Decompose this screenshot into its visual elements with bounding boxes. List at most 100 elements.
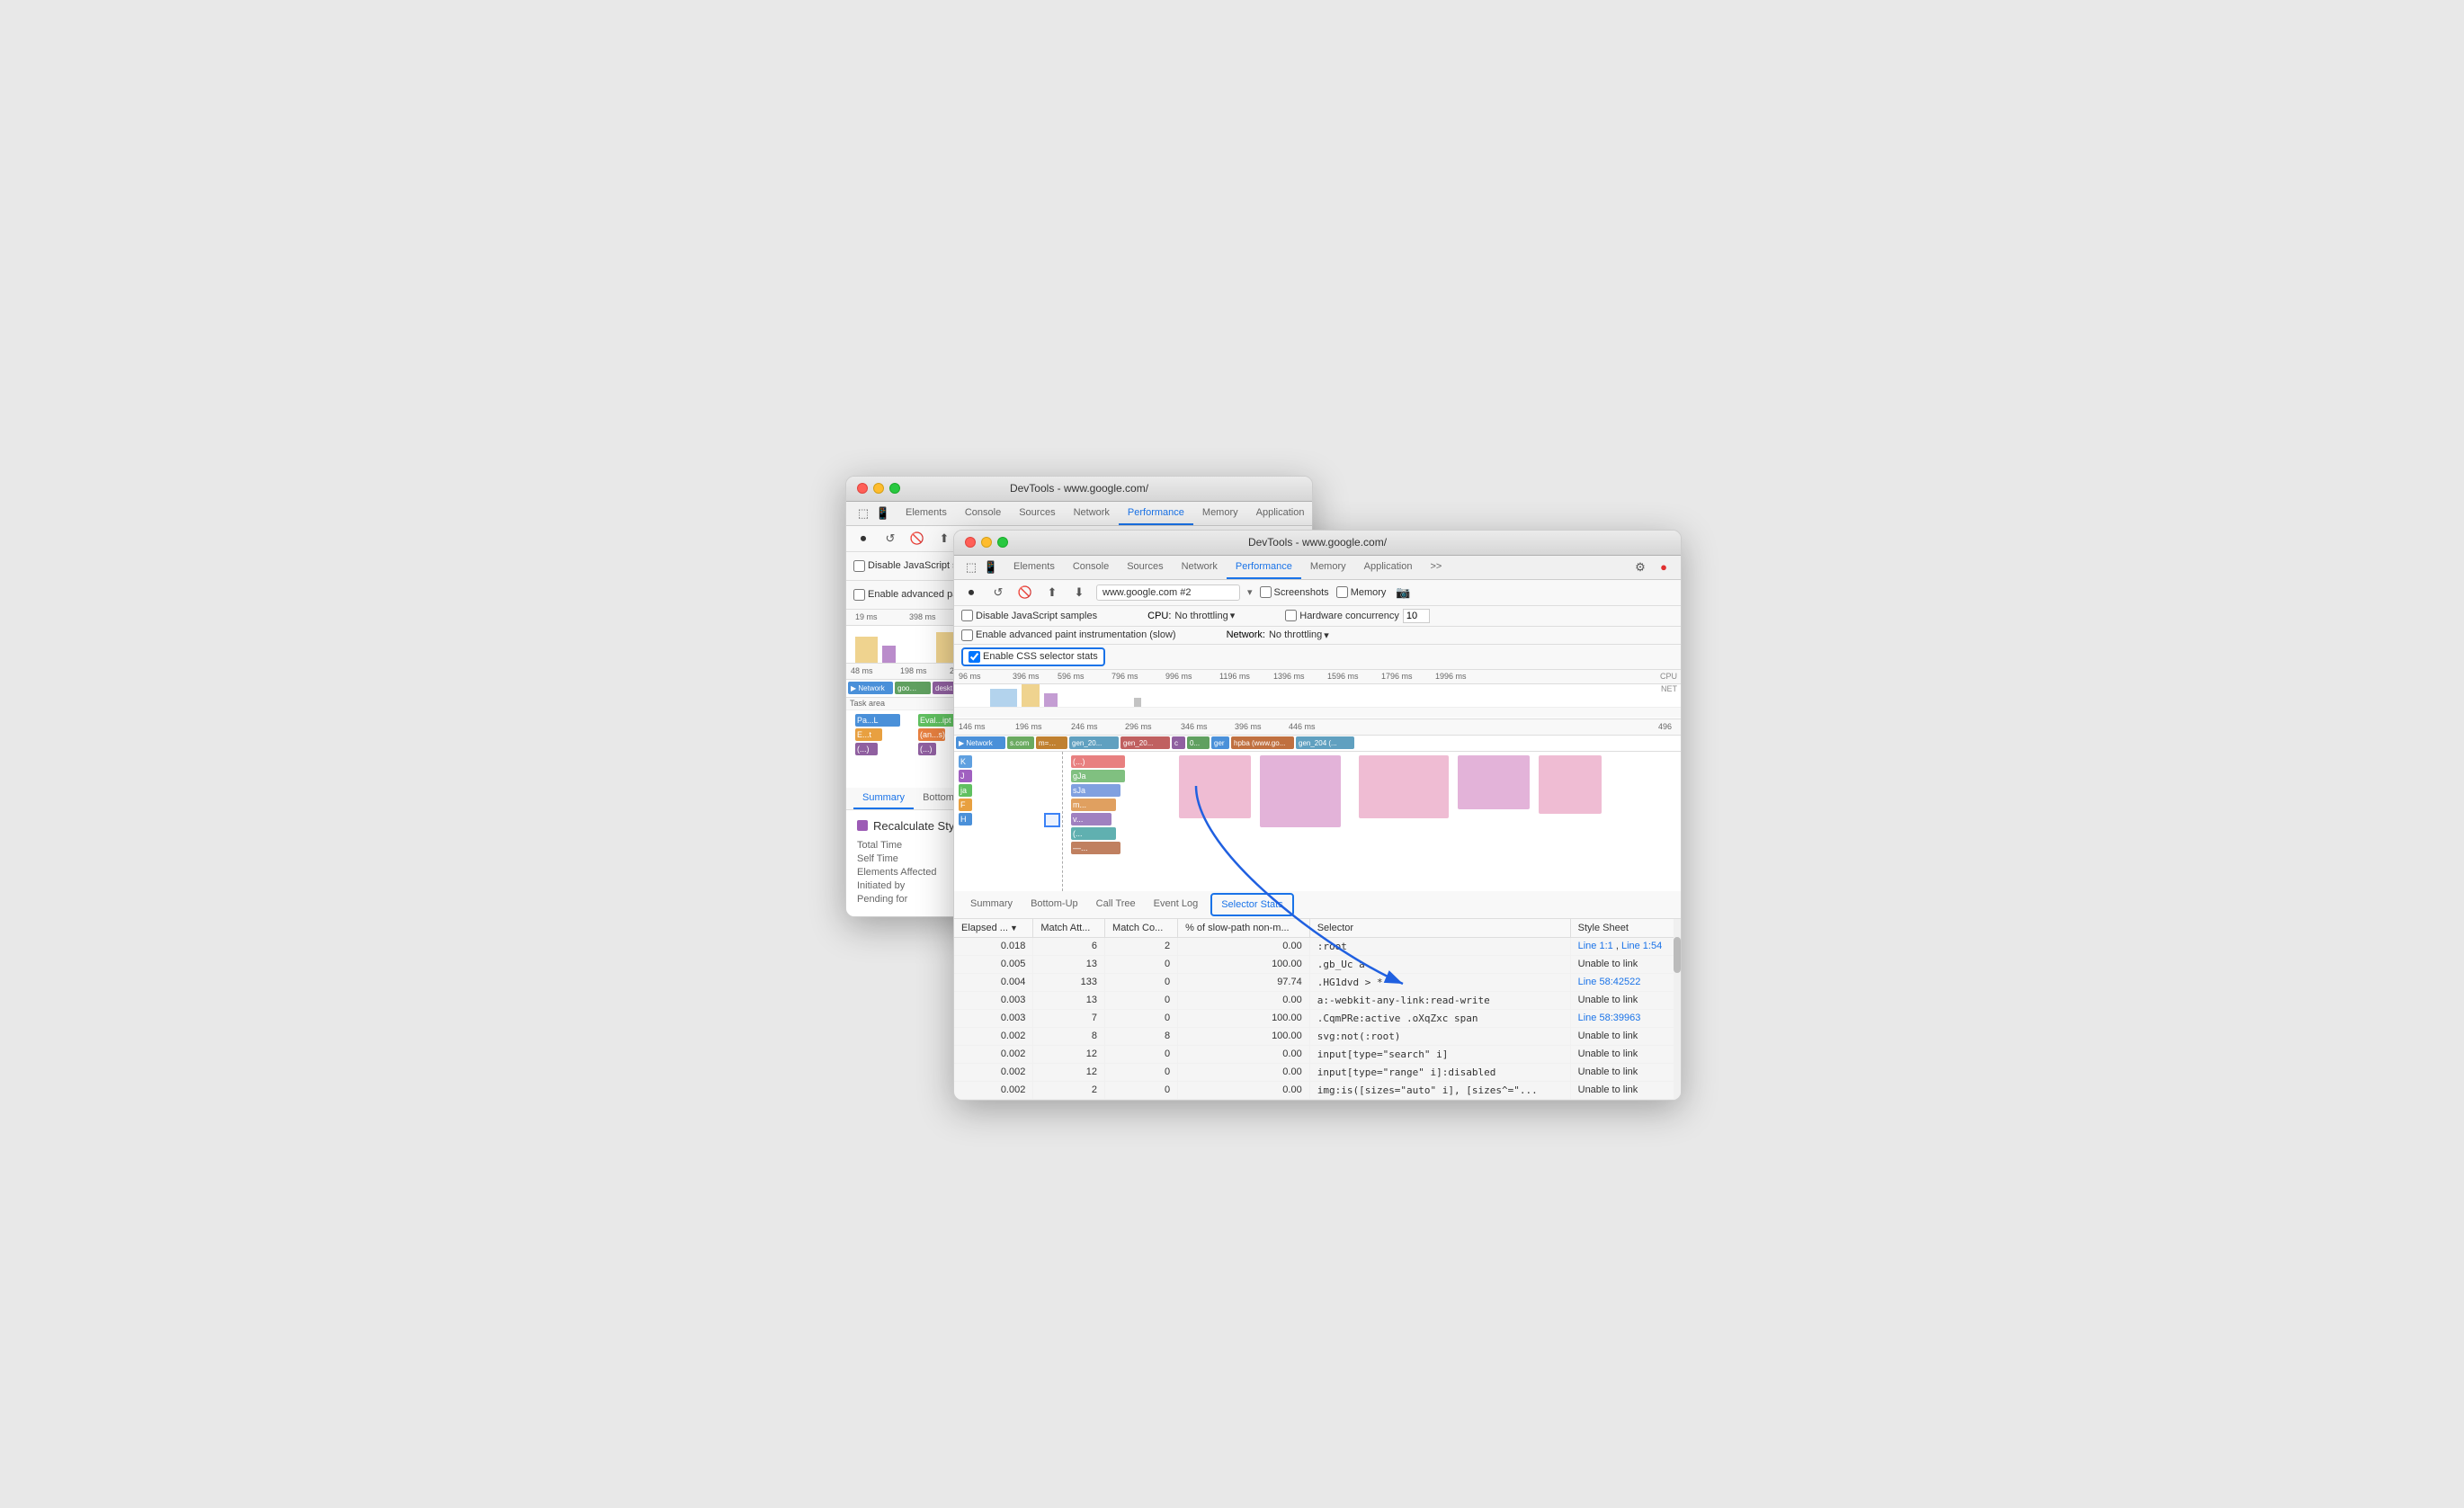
minimize-button-back[interactable]: [873, 483, 884, 494]
scrollbar-v[interactable]: [1674, 919, 1681, 1100]
download-btn-front[interactable]: ⬇: [1069, 583, 1089, 602]
bottom-tab-calltree-front[interactable]: Call Tree: [1087, 894, 1145, 915]
scrollbar-thumb[interactable]: [1674, 937, 1681, 973]
window-title-bar-front: DevTools - www.google.com/: [954, 531, 1681, 556]
stylesheet-link[interactable]: Line 1:1: [1578, 941, 1613, 951]
chip-0-front: 0...: [1187, 736, 1210, 749]
clear-btn-back[interactable]: 🚫: [907, 529, 927, 549]
chip-network-back: ▶ Network: [848, 682, 893, 694]
cpu-dropdown-front[interactable]: No throttling ▾: [1174, 610, 1235, 621]
flame-et-back: E...t: [855, 728, 882, 741]
tab-performance-back[interactable]: Performance: [1119, 502, 1193, 525]
bottom-tab-summary-back[interactable]: Summary: [853, 788, 914, 809]
flame-f: F: [959, 799, 972, 811]
table-row: 0.0021200.00input[type="range" i]:disabl…: [954, 1063, 1681, 1081]
flame-paren1-back: (...): [855, 743, 878, 755]
flame-paren-right1: (...): [1071, 755, 1125, 768]
network-dropdown-front[interactable]: No throttling ▾: [1269, 629, 1329, 641]
chip-gen204-front: gen_204 (...: [1296, 736, 1354, 749]
clear-btn-front[interactable]: 🚫: [1015, 583, 1035, 602]
table-container: Elapsed ...▼ Match Att... Match Co... % …: [954, 919, 1681, 1100]
traffic-lights-back[interactable]: [857, 483, 900, 494]
flame-sja: sJa: [1071, 784, 1120, 797]
ruler-top-front: 96 ms 396 ms 596 ms 796 ms 996 ms 1196 m…: [954, 670, 1681, 684]
tab-elements-front[interactable]: Elements: [1004, 556, 1064, 579]
col-selector[interactable]: Selector: [1309, 919, 1570, 938]
flame-paren2-back: (...): [918, 743, 936, 755]
flame-paren2: (...: [1071, 827, 1116, 840]
memory-checkbox-front[interactable]: Memory: [1336, 586, 1387, 598]
bottom-tab-eventlog-front[interactable]: Event Log: [1145, 894, 1208, 915]
close-button-front[interactable]: [965, 537, 976, 548]
tab-application-front[interactable]: Application: [1355, 556, 1422, 579]
table-row: 0.0021200.00input[type="search" i]Unable…: [954, 1045, 1681, 1063]
table-row: 0.00288100.00svg:not(:root)Unable to lin…: [954, 1027, 1681, 1045]
enable-paint-front[interactable]: Enable advanced paint instrumentation (s…: [961, 629, 1176, 641]
flame-h: H: [959, 813, 972, 825]
bottom-tab-selector-stats-front[interactable]: Selector Stats: [1210, 893, 1293, 916]
flame-v: v...: [1071, 813, 1111, 825]
hardware-checkbox-front[interactable]: Hardware concurrency: [1285, 610, 1399, 621]
tab-network-back[interactable]: Network: [1065, 502, 1119, 525]
traffic-lights-front[interactable]: [965, 537, 1008, 548]
tab-performance-front[interactable]: Performance: [1227, 556, 1301, 579]
camera-icon-front[interactable]: 📷: [1393, 583, 1413, 602]
col-match-att[interactable]: Match Att...: [1033, 919, 1105, 938]
toolbar-row2-front: ⏺ ↺ 🚫 ⬆ ⬇ ▾ Screenshots Memory 📷: [954, 580, 1681, 606]
bottom-tab-summary-front[interactable]: Summary: [961, 894, 1022, 915]
col-match-co[interactable]: Match Co...: [1105, 919, 1178, 938]
url-input-front[interactable]: [1096, 584, 1240, 601]
dropdown-arrow-front[interactable]: ▾: [1247, 586, 1253, 598]
tab-elements-back[interactable]: Elements: [897, 502, 956, 525]
col-pct[interactable]: % of slow-path non-m...: [1178, 919, 1310, 938]
tab-application-back[interactable]: Application: [1247, 502, 1313, 525]
stylesheet-link[interactable]: Line 58:42522: [1578, 977, 1641, 987]
stylesheet-link[interactable]: Line 58:39963: [1578, 1013, 1641, 1023]
chip-gen20a-front: gen_20...: [1069, 736, 1119, 749]
color-indicator-back: [857, 820, 868, 831]
tab-memory-back[interactable]: Memory: [1193, 502, 1247, 525]
chip-network-front: ▶ Network: [956, 736, 1005, 749]
device-icon-back[interactable]: 📱: [873, 504, 893, 523]
tab-sources-front[interactable]: Sources: [1118, 556, 1172, 579]
net-viz-front: [954, 707, 1681, 718]
minimize-button-front[interactable]: [981, 537, 992, 548]
disable-js-front[interactable]: Disable JavaScript samples: [961, 610, 1097, 621]
hardware-input-front[interactable]: [1403, 609, 1430, 623]
tabs-bar-back: ⬚ 📱 Elements Console Sources Network Per…: [846, 502, 1312, 526]
tab-network-front[interactable]: Network: [1173, 556, 1227, 579]
tab-console-front[interactable]: Console: [1064, 556, 1118, 579]
record-btn-back[interactable]: ⏺: [853, 529, 873, 549]
maximize-button-back[interactable]: [889, 483, 900, 494]
tab-more-front[interactable]: >>: [1421, 556, 1451, 579]
tab-sources-back[interactable]: Sources: [1010, 502, 1064, 525]
settings-icon-front[interactable]: ⚙: [1630, 558, 1650, 577]
reload-btn-back[interactable]: ↺: [880, 529, 900, 549]
screenshots-checkbox-front[interactable]: Screenshots: [1260, 586, 1329, 598]
flame-dash: —...: [1071, 842, 1120, 854]
inspect-icon-front[interactable]: ⬚: [961, 558, 981, 577]
selected-box-front: [1044, 813, 1060, 827]
device-icon-front[interactable]: 📱: [981, 558, 1001, 577]
stylesheet-link[interactable]: Line 1:54: [1621, 941, 1662, 951]
close-button-back[interactable]: [857, 483, 868, 494]
table-row: 0.018620.00:rootLine 1:1 , Line 1:54: [954, 937, 1681, 955]
chip-m-front: m=…: [1036, 736, 1067, 749]
bottom-tab-bottomup-front[interactable]: Bottom-Up: [1022, 894, 1087, 915]
chip-goo-back: goo…: [895, 682, 931, 694]
tab-console-back[interactable]: Console: [956, 502, 1010, 525]
refresh-red-icon-front[interactable]: ●: [1654, 558, 1674, 577]
tab-memory-front[interactable]: Memory: [1301, 556, 1355, 579]
upload-btn-back[interactable]: ⬆: [934, 529, 954, 549]
record-btn-front[interactable]: ⏺: [961, 583, 981, 602]
css-selector-checkbox[interactable]: Enable CSS selector stats: [969, 651, 1098, 663]
inspect-icon-back[interactable]: ⬚: [853, 504, 873, 523]
style-recalc-block5: [1539, 755, 1602, 814]
col-stylesheet[interactable]: Style Sheet: [1570, 919, 1680, 938]
maximize-button-front[interactable]: [997, 537, 1008, 548]
cpu-section-front: CPU: No throttling ▾: [1147, 610, 1235, 621]
reload-btn-front[interactable]: ↺: [988, 583, 1008, 602]
flamechart-front: K J ja F H (...) gJa sJa m... v... (... …: [954, 752, 1681, 891]
col-elapsed[interactable]: Elapsed ...▼: [954, 919, 1033, 938]
upload-btn-front[interactable]: ⬆: [1042, 583, 1062, 602]
